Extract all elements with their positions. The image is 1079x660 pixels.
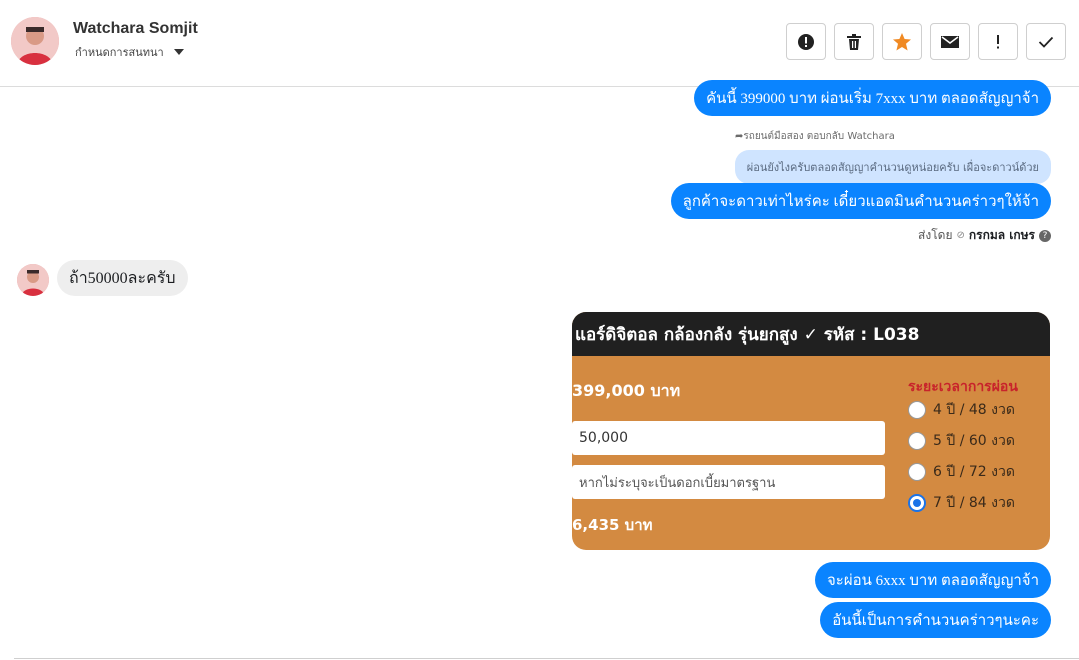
composer-divider bbox=[14, 658, 1079, 659]
trash-icon bbox=[847, 33, 861, 50]
quoted-message[interactable]: ผ่อนยังไงครับตลอดสัญญาคำนวนดูหน่อยครับ เ… bbox=[734, 150, 1051, 184]
assign-conversation-dropdown[interactable]: กำหนดการสนทนา bbox=[75, 43, 184, 61]
mark-unread-button[interactable] bbox=[930, 23, 970, 60]
radio-unchecked-icon bbox=[908, 432, 926, 450]
sent-by-prefix: ส่งโดย bbox=[918, 228, 953, 242]
sent-by-name: กรกมล เกษร bbox=[968, 228, 1035, 242]
contact-avatar-small[interactable] bbox=[17, 264, 49, 296]
priority-button[interactable] bbox=[978, 23, 1018, 60]
delete-button[interactable] bbox=[834, 23, 874, 60]
outgoing-message[interactable]: อันนี้เป็นการคำนวนคร่าวๆนะคะ bbox=[820, 602, 1051, 638]
outgoing-message[interactable]: ลูกค้าจะดาวเท่าไหร่คะ เดี๋ยวแอดมินคำนวนค… bbox=[670, 183, 1051, 219]
term-option: 6 ปี / 72 งวด bbox=[908, 461, 1015, 483]
contact-name[interactable]: Watchara Somjit bbox=[73, 20, 198, 38]
outgoing-message[interactable]: จะผ่อน 6xxx บาท ตลอดสัญญาจ้า bbox=[814, 562, 1051, 598]
car-price: 399,000 บาท bbox=[572, 381, 681, 400]
monthly-payment: 6,435 บาท bbox=[572, 516, 653, 534]
mark-done-button[interactable] bbox=[1026, 23, 1066, 60]
radio-checked-icon bbox=[908, 494, 926, 512]
loan-calculator-image[interactable]: แอร์ดิจิตอล กล้องกลัง รุ่นยกสูง ✓ รหัส :… bbox=[572, 312, 1050, 550]
car-title: แอร์ดิจิตอล กล้องกลัง รุ่นยกสูง ✓ รหัส :… bbox=[572, 312, 1050, 356]
radio-unchecked-icon bbox=[908, 401, 926, 419]
contact-avatar[interactable] bbox=[11, 17, 59, 65]
radio-unchecked-icon bbox=[908, 463, 926, 481]
interest-field: หากไม่ระบุจะเป็นดอกเบี้ยมาตรฐาน bbox=[572, 465, 885, 499]
alert-circle-icon bbox=[798, 33, 814, 50]
help-icon[interactable]: ? bbox=[1039, 229, 1051, 242]
reply-meta: ➦รถยนต์มือสอง ตอบกลับ Watchara bbox=[735, 131, 895, 142]
term-option: 4 ปี / 48 งวด bbox=[908, 399, 1015, 421]
assign-conversation-label: กำหนดการสนทนา bbox=[75, 46, 164, 59]
term-title: ระยะเวลาการผ่อน bbox=[908, 379, 1018, 395]
star-icon bbox=[893, 32, 911, 50]
caret-down-icon bbox=[173, 49, 184, 55]
outgoing-message[interactable]: คันนี้ 399000 บาท ผ่อนเริ่ม 7xxx บาท ตลอ… bbox=[694, 80, 1051, 116]
incoming-message[interactable]: ถ้า50000ละครับ bbox=[57, 260, 188, 296]
term-option: 5 ปี / 60 งวด bbox=[908, 430, 1015, 452]
verified-icon: ⊘ bbox=[956, 230, 965, 241]
check-icon bbox=[1038, 36, 1054, 48]
down-payment-field: 50,000 bbox=[572, 421, 885, 455]
conversation-header: Watchara Somjit กำหนดการสนทนา bbox=[0, 0, 1079, 87]
mark-spam-button[interactable] bbox=[786, 23, 826, 60]
mail-icon bbox=[941, 35, 959, 48]
star-button[interactable] bbox=[882, 23, 922, 60]
sent-by-line: ส่งโดย ⊘ กรกมล เกษร ? bbox=[918, 226, 1051, 245]
exclamation-icon bbox=[997, 34, 999, 48]
term-option-selected: 7 ปี / 84 งวด bbox=[908, 492, 1015, 514]
